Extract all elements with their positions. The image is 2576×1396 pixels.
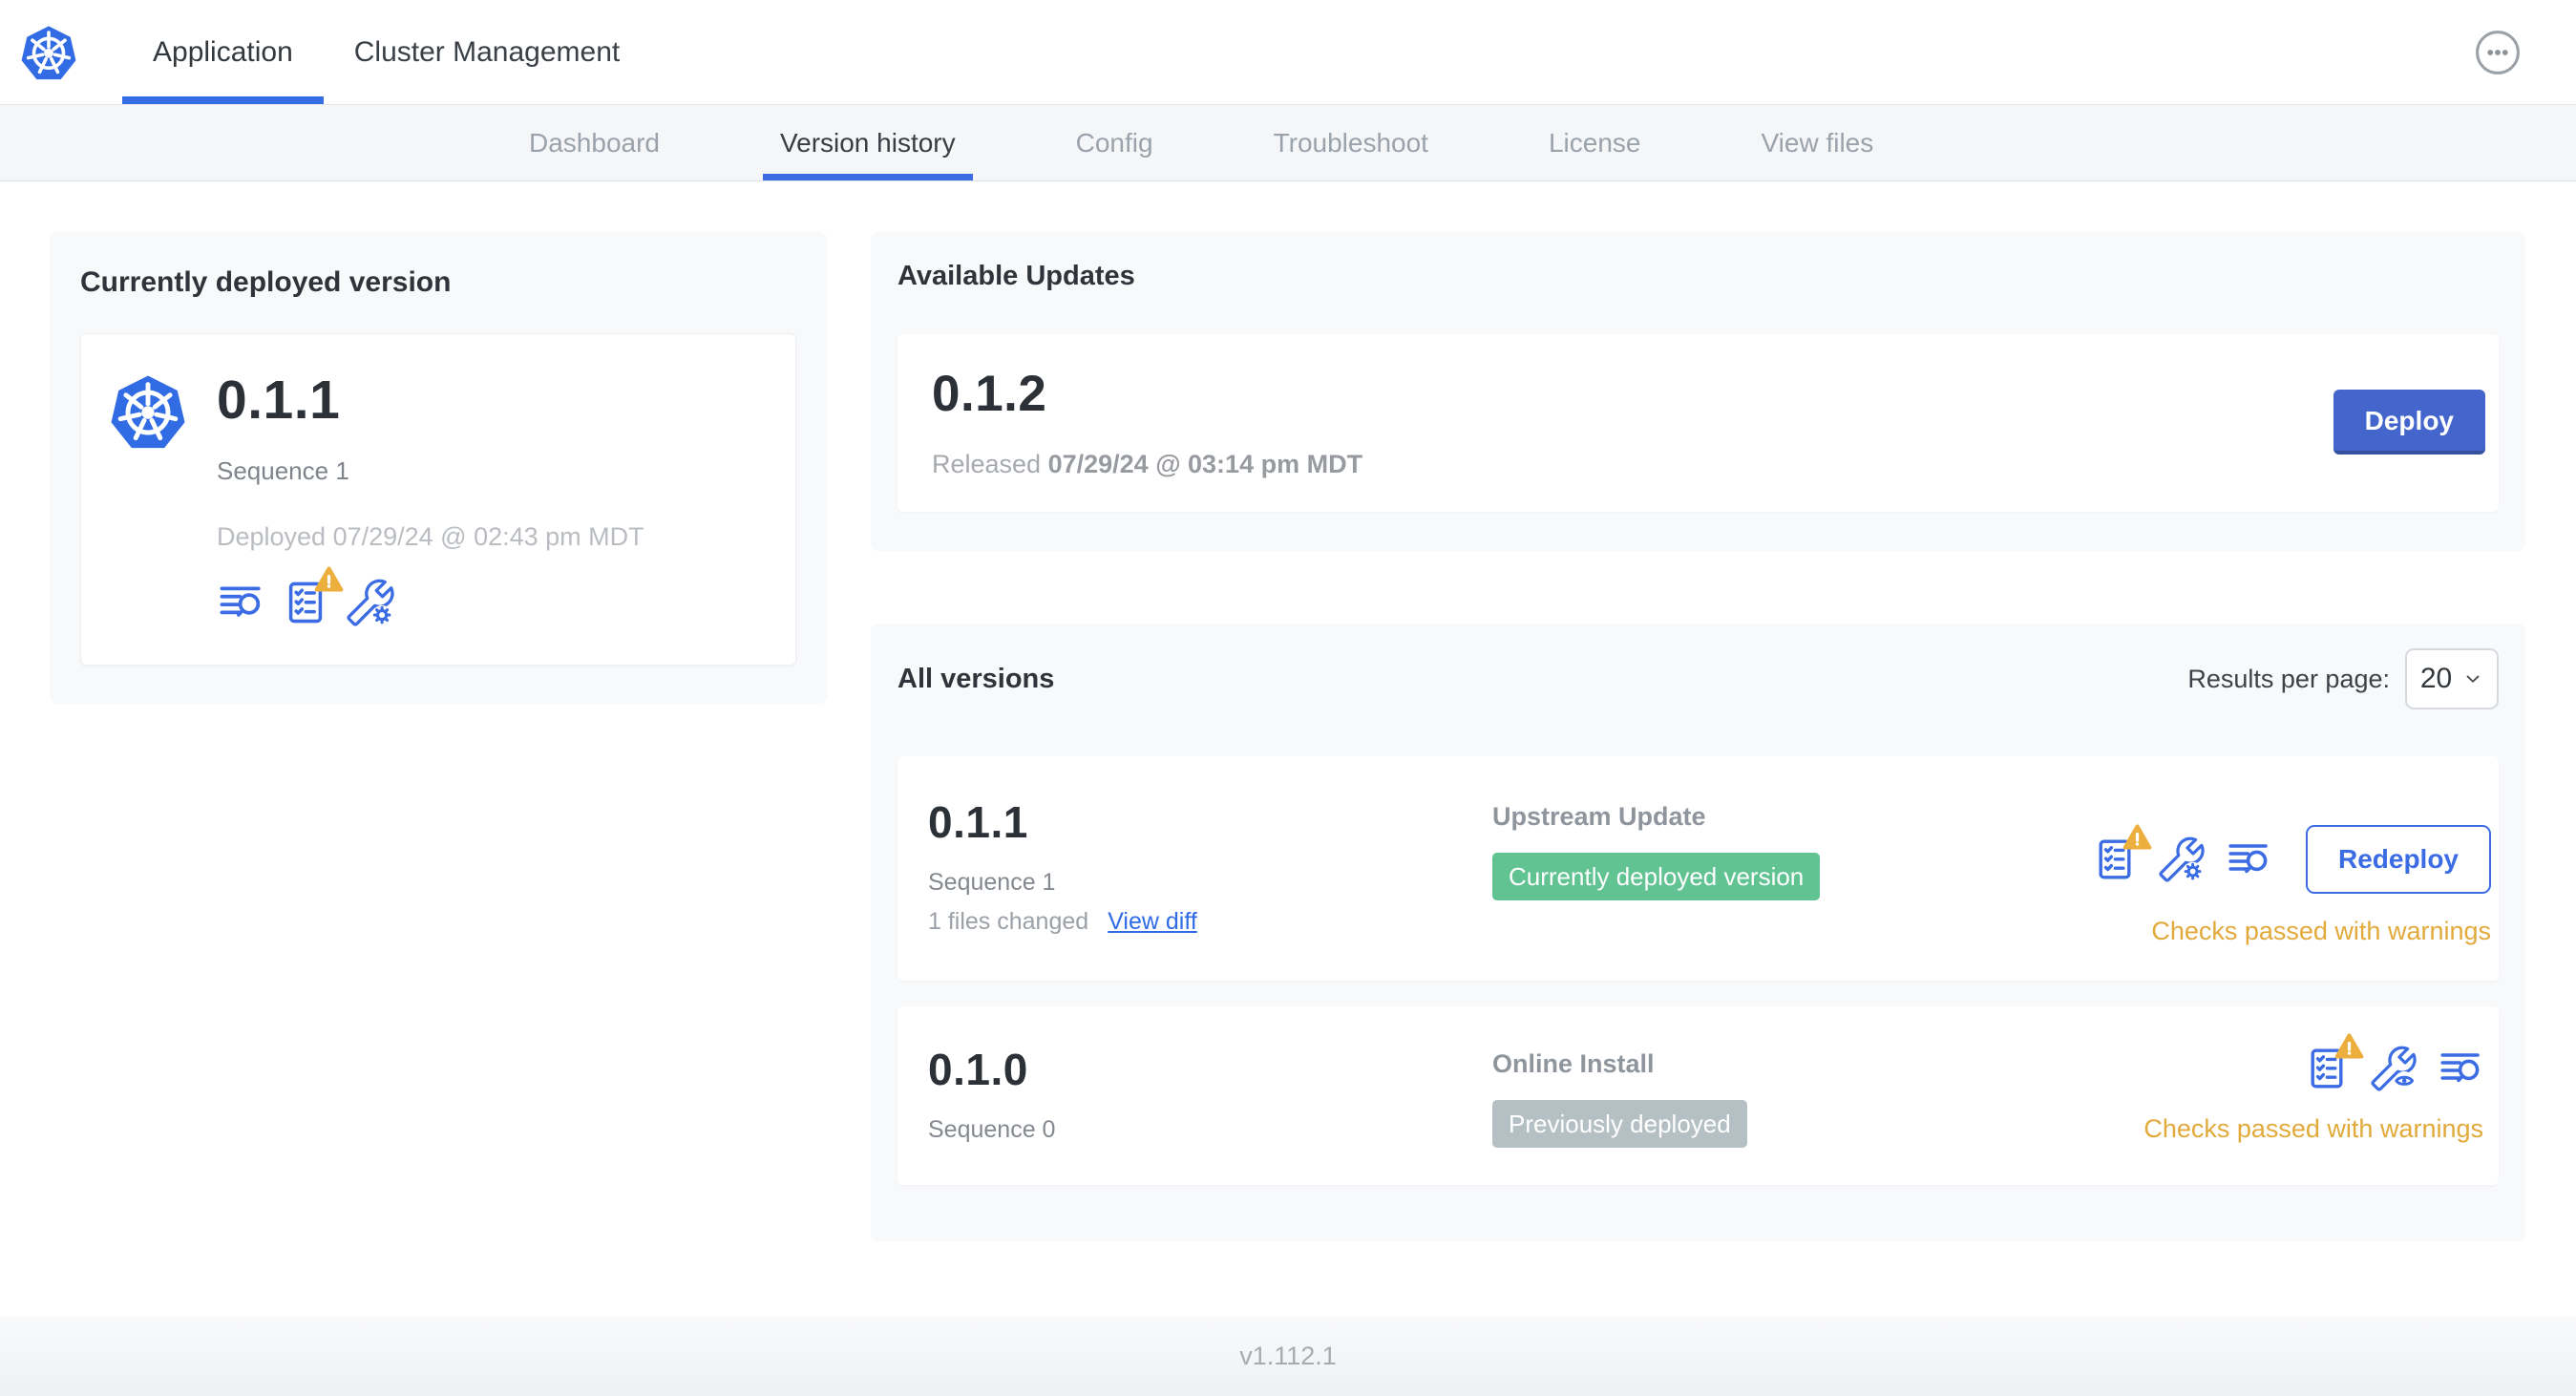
subnav-version-history[interactable]: Version history — [763, 105, 973, 180]
deploy-logs-button[interactable] — [2226, 836, 2271, 882]
app-footer: v1.112.1 — [0, 1316, 2576, 1396]
subnav-troubleshoot[interactable]: Troubleshoot — [1274, 105, 1428, 180]
warning-triangle-icon — [314, 566, 344, 592]
currently-deployed-title: Currently deployed version — [80, 266, 452, 298]
subnav-config[interactable]: Config — [1076, 105, 1153, 180]
row-source-label: Online Install — [1492, 1049, 1655, 1078]
available-update-card: 0.1.2 Released 07/29/24 @ 03:14 pm MDT D… — [897, 334, 2499, 512]
warning-triangle-icon — [2122, 824, 2152, 850]
available-updates-title: Available Updates — [897, 261, 1135, 291]
row-sequence: Sequence 0 — [928, 1116, 1056, 1143]
edit-config-button[interactable] — [347, 579, 394, 626]
edit-config-button[interactable] — [2159, 836, 2205, 882]
chevron-down-icon — [2466, 675, 2480, 683]
row-sequence: Sequence 1 — [928, 869, 1056, 896]
version-row-0-1-1: 0.1.1 Sequence 1 1 files changed View di… — [897, 756, 2499, 981]
row-source-label: Upstream Update — [1492, 802, 1706, 831]
currently-deployed-panel: Currently deployed version 0.1.1 Sequenc… — [50, 232, 827, 704]
results-per-page-label: Results per page: — [2187, 664, 2390, 693]
top-navbar: Application Cluster Management — [0, 0, 2576, 105]
deploy-logs-button[interactable] — [217, 579, 264, 626]
tab-application[interactable]: Application — [122, 0, 324, 104]
view-diff-link[interactable]: View diff — [1108, 908, 1197, 936]
overflow-menu-button[interactable] — [2475, 30, 2521, 75]
subnav-dashboard[interactable]: Dashboard — [529, 105, 660, 180]
kubernetes-logo-icon — [19, 24, 78, 81]
status-badge-currently-deployed: Currently deployed version — [1492, 853, 1821, 900]
files-changed-label: 1 files changed — [928, 908, 1089, 935]
status-badge-previously-deployed: Previously deployed — [1492, 1100, 1747, 1148]
subnav-license[interactable]: License — [1549, 105, 1641, 180]
top-tabs: Application Cluster Management — [122, 0, 650, 104]
view-config-icon — [2371, 1046, 2417, 1092]
deploy-logs-button[interactable] — [2438, 1046, 2483, 1091]
preflight-results-button[interactable] — [282, 566, 344, 626]
version-row-0-1-0: 0.1.0 Sequence 0 Online Install Previous… — [897, 1006, 2499, 1185]
edit-config-icon — [347, 579, 394, 626]
row-version-number: 0.1.0 — [928, 1045, 1028, 1094]
current-version-number: 0.1.1 — [217, 370, 341, 431]
row-version-number: 0.1.1 — [928, 797, 1028, 847]
console-version: v1.112.1 — [1239, 1341, 1337, 1370]
preflight-status-text: Checks passed with warnings — [2143, 1114, 2483, 1143]
all-versions-panel: All versions Results per page: 20 0.1.1 … — [871, 624, 2525, 1241]
released-date: 07/29/24 @ 03:14 pm MDT — [1047, 450, 1363, 478]
kubernetes-app-icon — [108, 370, 188, 453]
deploy-logs-icon — [220, 586, 261, 617]
app-subnav: Dashboard Version history Config Trouble… — [0, 105, 2576, 181]
current-sequence: Sequence 1 — [217, 456, 349, 485]
currently-deployed-card: 0.1.1 Sequence 1 Deployed 07/29/24 @ 02:… — [80, 333, 796, 666]
edit-config-icon — [2159, 836, 2205, 882]
current-deployed-timestamp: Deployed 07/29/24 @ 02:43 pm MDT — [217, 522, 644, 551]
available-updates-panel: Available Updates 0.1.2 Released 07/29/2… — [871, 232, 2525, 551]
preflight-results-button[interactable] — [2092, 824, 2152, 882]
warning-triangle-icon — [2334, 1033, 2364, 1059]
preflight-status-text: Checks passed with warnings — [2151, 917, 2491, 945]
view-config-button[interactable] — [2371, 1046, 2417, 1092]
released-label: Released — [932, 450, 1042, 478]
results-per-page-value: 20 — [2419, 663, 2453, 694]
update-released-timestamp: Released 07/29/24 @ 03:14 pm MDT — [932, 450, 1362, 479]
main-content: Currently deployed version 0.1.1 Sequenc… — [0, 181, 2576, 1316]
deploy-logs-icon — [2440, 1053, 2480, 1083]
deploy-button[interactable]: Deploy — [2333, 390, 2485, 455]
redeploy-button[interactable]: Redeploy — [2305, 825, 2491, 894]
all-versions-title: All versions — [897, 663, 1055, 694]
deploy-logs-icon — [2228, 844, 2268, 874]
preflight-results-button[interactable] — [2304, 1033, 2364, 1091]
subnav-view-files[interactable]: View files — [1761, 105, 1873, 180]
ellipsis-icon — [2476, 30, 2520, 74]
update-version-number: 0.1.2 — [932, 366, 1047, 422]
app-logo — [19, 0, 78, 104]
tab-cluster-management[interactable]: Cluster Management — [324, 0, 650, 104]
results-per-page-select[interactable]: 20 — [2405, 648, 2499, 709]
